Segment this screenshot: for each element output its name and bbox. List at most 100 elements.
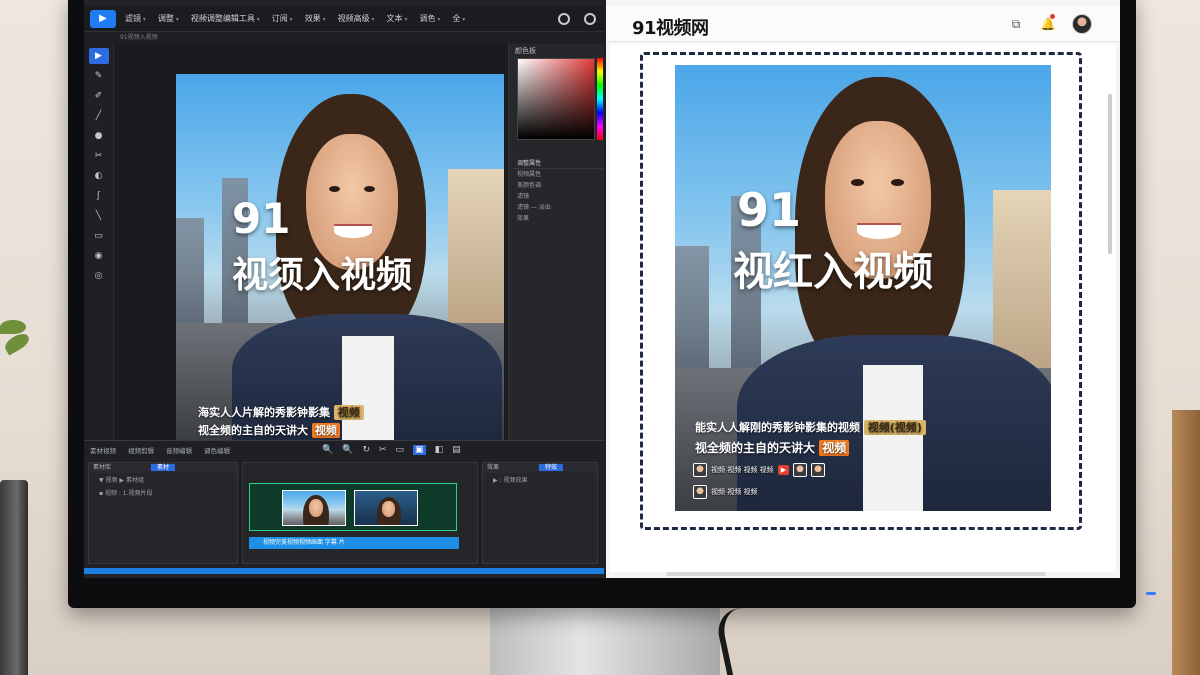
menu-item[interactable]: 调色 xyxy=(416,13,443,24)
canvas-area[interactable]: 91 视须入视频 海实人人片解的秀影钟影集 视频 视全频的主自的天讲大 视频 xyxy=(114,44,508,440)
preview-caption-line-2: 视全频的主自的天讲大 视频 xyxy=(695,439,850,456)
zoom-tool-icon[interactable]: ◎ xyxy=(89,268,109,284)
menu-item[interactable]: 调整 xyxy=(155,13,182,24)
menu-item[interactable]: 视频调整编辑工具 xyxy=(188,13,263,24)
property-list: 调整属性 视频属性 美颜色调 滤镜 滤镜 — 淡出 效果 xyxy=(513,158,603,224)
effects-row[interactable]: ▶ : 视频效果 xyxy=(483,473,597,486)
timeline-tab[interactable]: 音频编辑 xyxy=(166,445,192,455)
viewer-avatar[interactable] xyxy=(811,463,826,477)
viewer-meta: 视频 视频 视频 xyxy=(711,488,758,496)
overlay-title: 视须入视频 xyxy=(232,255,413,296)
bottom-progress-strip xyxy=(84,568,604,574)
property-row[interactable]: 美颜色调 xyxy=(513,180,603,191)
upload-area: 91 视红入视频 能实人人解刚的秀影钟影集的视频 视频(视频) 视全频的主自的天… xyxy=(610,44,1116,572)
cut-icon[interactable]: ✂ xyxy=(379,445,387,455)
vase xyxy=(0,480,28,675)
effects-panel-title: 效果 xyxy=(487,464,500,471)
timeline-panel: 视频完美视频视频画面 字幕 片 xyxy=(242,462,478,564)
monitor-stand xyxy=(490,600,720,675)
fill-tool-icon[interactable]: ● xyxy=(89,128,109,144)
subtitle-track[interactable]: 视频完美视频视频画面 字幕 片 xyxy=(249,537,459,549)
property-row[interactable]: 视频属性 xyxy=(513,169,603,180)
pen-tool-icon[interactable]: ✐ xyxy=(89,88,109,104)
timeline-tab[interactable]: 素材视频 xyxy=(90,445,116,455)
horizontal-scrollbar[interactable] xyxy=(666,572,1046,576)
mask-tool-icon[interactable]: ◐ xyxy=(89,168,109,184)
menu-item[interactable]: 视频高级 xyxy=(335,13,378,24)
record-icon[interactable] xyxy=(558,12,570,25)
snap-icon[interactable]: ▣ xyxy=(413,444,426,455)
split-icon[interactable]: ◧ xyxy=(435,445,444,455)
effects-panel-tab[interactable]: 特效 xyxy=(539,464,564,471)
menu-icon[interactable]: ▤ xyxy=(452,445,461,455)
media-panel-title: 素材库 xyxy=(93,464,112,471)
menu-item[interactable]: 全 xyxy=(449,13,468,24)
property-row[interactable]: 滤镜 — 淡出 xyxy=(513,202,603,213)
video-track[interactable] xyxy=(249,483,457,531)
overlay-number: 91 xyxy=(232,194,291,243)
undo-icon[interactable]: ↻ xyxy=(362,445,370,455)
stamp-tool-icon[interactable]: ◉ xyxy=(89,248,109,264)
properties-panel: 颜色板 调整属性 视频属性 美颜色调 滤镜 滤镜 — 淡出 效果 xyxy=(508,44,604,440)
viewer-row: 视频 视频 视频 视频 ▶ xyxy=(693,463,826,477)
clip-thumbnail[interactable] xyxy=(354,490,418,526)
preview-overlay-title: 视红入视频 xyxy=(733,249,933,295)
viewer-avatar[interactable] xyxy=(693,485,707,499)
app-logo-icon[interactable]: ▶ xyxy=(90,9,116,28)
site-logo[interactable]: 91视频网 xyxy=(632,14,709,40)
timeline-toolbar: 素材视频 视频剪辑 音频编辑 调色编辑 🔍 🔍 ↻ ✂ ▭ ▣ ◧ ▤ xyxy=(84,440,604,458)
bell-icon[interactable]: 🔔 xyxy=(1040,14,1056,32)
menu-item[interactable]: 文本 xyxy=(384,13,411,24)
zoom-in-icon[interactable]: 🔍 xyxy=(322,445,333,455)
brush-tool-icon[interactable]: ✎ xyxy=(89,68,109,84)
document-tab[interactable]: 91视频入视频 xyxy=(84,32,604,44)
slash-tool-icon[interactable]: ╲ xyxy=(89,208,109,224)
wooden-shelf xyxy=(1172,410,1200,675)
clip-thumbnail[interactable] xyxy=(282,490,346,526)
screen: ▶ 滤镜 调整 视频调整编辑工具 订阅 效果 视频高级 文本 调色 全 91视频… xyxy=(84,0,1120,578)
preview-overlay-number: 91 xyxy=(737,183,802,237)
timeline-tab[interactable]: 调色编辑 xyxy=(204,445,230,455)
power-led xyxy=(1146,592,1156,595)
color-panel-title: 颜色板 xyxy=(515,47,536,55)
rect-tool-icon[interactable]: ▭ xyxy=(89,228,109,244)
viewer-avatar[interactable] xyxy=(693,463,707,477)
media-row[interactable]: ▼ 视频 ▶ 素材组 xyxy=(89,473,237,486)
preview-caption-line-1: 能实人人解刚的秀影钟影集的视频 视频(视频) xyxy=(695,419,926,435)
viewer-avatar[interactable] xyxy=(793,463,808,477)
timeline-tab[interactable]: 视频剪辑 xyxy=(128,445,154,455)
hue-slider[interactable] xyxy=(597,58,603,140)
caption-line-2: 视全频的主自的天讲大 视频 xyxy=(198,422,340,438)
menubar: ▶ 滤镜 调整 视频调整编辑工具 订阅 效果 视频高级 文本 调色 全 xyxy=(84,6,604,32)
cut-tool-icon[interactable]: ✂ xyxy=(89,148,109,164)
media-panel-tab[interactable]: 素材 xyxy=(151,464,176,471)
color-picker[interactable] xyxy=(517,58,595,140)
curve-tool-icon[interactable]: ʃ xyxy=(89,188,109,204)
property-row[interactable]: 调整属性 xyxy=(513,158,603,169)
preview-image[interactable]: 91 视红入视频 能实人人解刚的秀影钟影集的视频 视频(视频) 视全频的主自的天… xyxy=(675,65,1051,511)
select-tool-icon[interactable]: ▶ xyxy=(88,48,109,64)
caption-line-1: 海实人人片解的秀影钟影集 视频 xyxy=(198,404,364,420)
live-badge: ▶ xyxy=(777,465,790,475)
avatar[interactable] xyxy=(1072,14,1092,34)
effects-panel: 效果 特效 ▶ : 视频效果 xyxy=(482,462,598,564)
video-editor-app: ▶ 滤镜 调整 视频调整编辑工具 订阅 效果 视频高级 文本 调色 全 91视频… xyxy=(84,0,604,578)
viewer-row: 视频 视频 视频 xyxy=(693,485,757,499)
canvas-image[interactable]: 91 视须入视频 海实人人片解的秀影钟影集 视频 视全频的主自的天讲大 视频 xyxy=(176,74,504,440)
zoom-out-icon[interactable]: 🔍 xyxy=(342,445,353,455)
drop-zone[interactable]: 91 视红入视频 能实人人解刚的秀影钟影集的视频 视频(视频) 视全频的主自的天… xyxy=(640,52,1082,530)
media-row[interactable]: ▪ 视频 : 1.视频片段 xyxy=(89,486,237,499)
site-header: 91视频网 ⧉ 🔔 xyxy=(606,6,1120,42)
frame-icon[interactable]: ▭ xyxy=(396,445,405,455)
menu-item[interactable]: 滤镜 xyxy=(122,13,149,24)
viewer-meta: 视频 视频 视频 视频 xyxy=(711,466,774,474)
property-row[interactable]: 效果 xyxy=(513,213,603,224)
share-icon[interactable]: ⧉ xyxy=(1008,16,1024,32)
settings-icon[interactable] xyxy=(584,12,596,25)
menu-item[interactable]: 订阅 xyxy=(269,13,296,24)
line-tool-icon[interactable]: ╱ xyxy=(89,108,109,124)
property-row[interactable]: 滤镜 xyxy=(513,191,603,202)
menu-item[interactable]: 效果 xyxy=(302,13,329,24)
vertical-scrollbar[interactable] xyxy=(1108,94,1112,254)
bottom-panels: 素材库 素材 ▼ 视频 ▶ 素材组 ▪ 视频 : 1.视频片段 视频完美视频视频画… xyxy=(84,458,604,568)
